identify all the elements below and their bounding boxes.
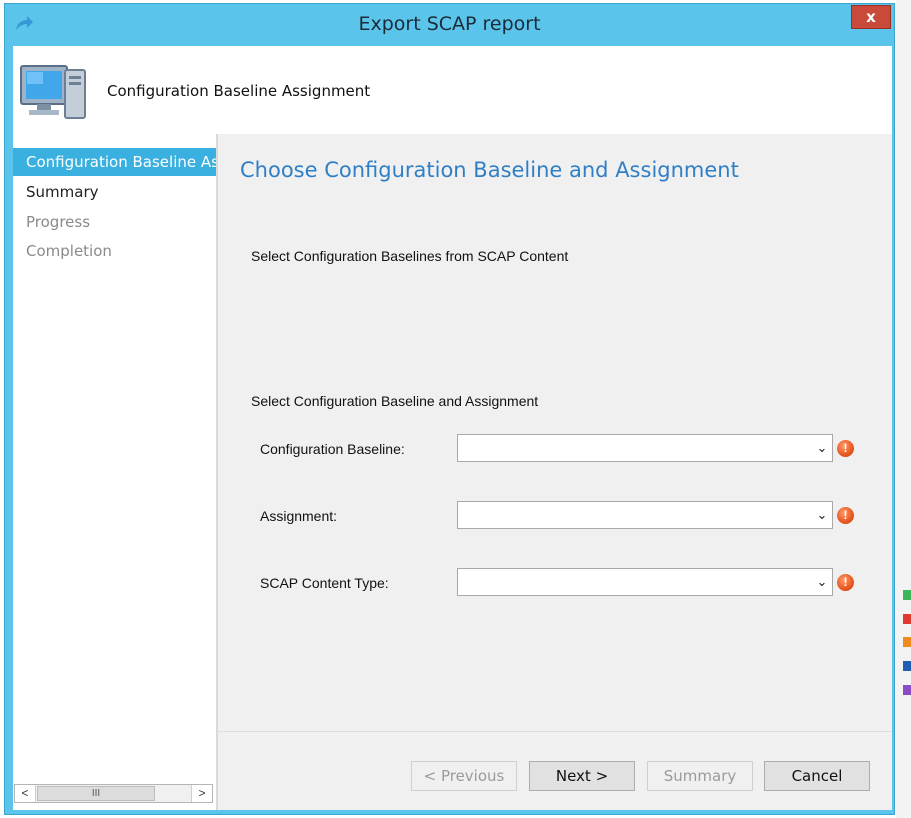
next-button[interactable]: Next > <box>529 761 635 791</box>
window-title: Export SCAP report <box>358 13 541 35</box>
configuration-baseline-dropdown[interactable]: ⌄ <box>457 434 833 462</box>
background-mark-orange <box>903 637 911 647</box>
step-completion: Completion <box>26 242 112 260</box>
step-progress: Progress <box>26 213 91 231</box>
title-bar[interactable]: Export SCAP report x <box>5 4 894 46</box>
close-button[interactable]: x <box>851 5 891 29</box>
dialog-client-area: Configuration Baseline Assignment Config… <box>13 46 892 810</box>
export-scap-dialog: Export SCAP report x Configuration Basel… <box>4 3 895 815</box>
page-title: Choose Configuration Baseline and Assign… <box>240 158 739 182</box>
configuration-baseline-label: Configuration Baseline: <box>260 441 405 457</box>
chevron-down-icon[interactable]: ⌄ <box>815 574 829 590</box>
chevron-down-icon[interactable]: ⌄ <box>815 507 829 523</box>
summary-button[interactable]: Summary <box>647 761 753 791</box>
button-bar-divider <box>218 731 892 732</box>
cancel-button[interactable]: Cancel <box>764 761 870 791</box>
wizard-content: Choose Configuration Baseline and Assign… <box>218 134 892 810</box>
error-icon: ! <box>837 507 854 524</box>
assignment-dropdown[interactable]: ⌄ <box>457 501 833 529</box>
wizard-header: Configuration Baseline Assignment <box>13 46 892 134</box>
error-icon: ! <box>837 440 854 457</box>
step-configuration-baseline-assignment[interactable]: Configuration Baseline Assignment <box>13 148 216 176</box>
header-title: Configuration Baseline Assignment <box>107 82 371 100</box>
scroll-left-arrow-icon[interactable]: < <box>15 785 36 802</box>
background-window-edge <box>896 0 911 818</box>
step-summary[interactable]: Summary <box>13 178 216 206</box>
section-label-baselines: Select Configuration Baselines from SCAP… <box>251 248 569 264</box>
background-mark-blue <box>903 661 911 671</box>
background-mark-green <box>903 590 911 600</box>
assignment-label: Assignment: <box>260 508 338 524</box>
computer-icon <box>20 65 86 119</box>
scroll-thumb[interactable]: III <box>37 786 155 801</box>
chevron-down-icon[interactable]: ⌄ <box>815 440 829 456</box>
scap-content-type-dropdown[interactable]: ⌄ <box>457 568 833 596</box>
wizard-steps-sidebar: Configuration Baseline Assignment Summar… <box>13 134 218 810</box>
scap-content-type-label: SCAP Content Type: <box>260 575 389 591</box>
previous-button[interactable]: < Previous <box>411 761 517 791</box>
section-label-assignment: Select Configuration Baseline and Assign… <box>251 393 539 409</box>
sidebar-horizontal-scrollbar[interactable]: < III > <box>14 784 213 803</box>
background-mark-purple <box>903 685 911 695</box>
background-mark-red <box>903 614 911 624</box>
scroll-right-arrow-icon[interactable]: > <box>191 785 212 802</box>
error-icon: ! <box>837 574 854 591</box>
